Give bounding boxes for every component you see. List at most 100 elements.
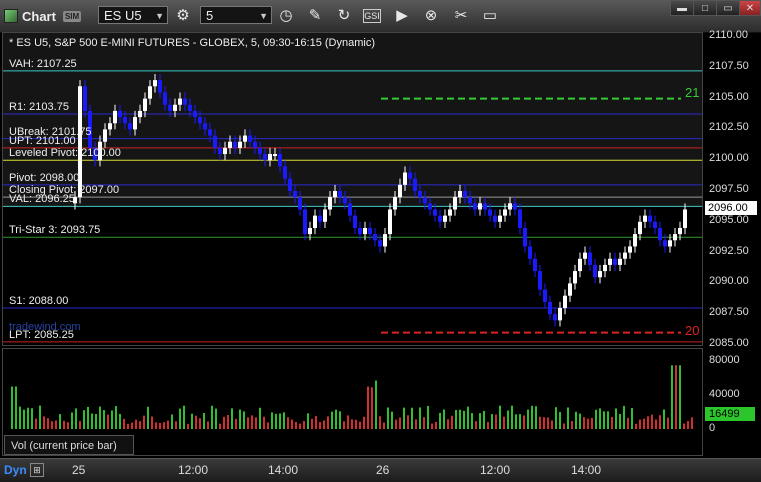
candle-body bbox=[273, 154, 277, 157]
volume-bar bbox=[131, 422, 133, 429]
chevron-down-icon: ▼ bbox=[155, 11, 164, 21]
restore-button[interactable]: ▭ bbox=[716, 0, 740, 16]
volume-bar bbox=[247, 417, 249, 429]
volume-bar bbox=[163, 422, 165, 429]
volume-bar bbox=[315, 416, 317, 429]
price-pane[interactable]: * ES U5, S&P 500 E-MINI FUTURES - GLOBEX… bbox=[2, 32, 703, 346]
tool-icon[interactable]: ✂ bbox=[451, 5, 471, 25]
candle-body bbox=[278, 154, 282, 167]
candle-body bbox=[493, 215, 497, 222]
level-label: R1: 2103.75 bbox=[9, 101, 69, 113]
volume-bar bbox=[75, 408, 77, 429]
volume-bar bbox=[83, 410, 85, 429]
volume-bar bbox=[507, 410, 509, 429]
volume-bar bbox=[27, 407, 29, 429]
sim-badge: SIM bbox=[62, 10, 82, 22]
settings-icon[interactable]: ⚙ bbox=[173, 5, 193, 25]
price-tick: 2090.00 bbox=[709, 275, 749, 288]
volume-legend-text: Vol (current price bar) bbox=[11, 440, 117, 452]
volume-bar bbox=[631, 408, 633, 429]
candle-body bbox=[228, 141, 232, 148]
candle-body bbox=[653, 221, 657, 228]
symbol-selector[interactable]: ES U5 ▼ bbox=[98, 6, 168, 24]
candle-body bbox=[573, 271, 577, 284]
note-icon[interactable]: ▭ bbox=[480, 5, 500, 25]
volume-axis[interactable]: 80000 40000 0 16499 bbox=[703, 348, 761, 456]
volume-bar bbox=[411, 407, 413, 429]
candle-body bbox=[488, 209, 492, 216]
volume-bar bbox=[271, 412, 273, 429]
volume-bar bbox=[651, 414, 653, 429]
zoom-icon[interactable]: ⊗ bbox=[421, 5, 441, 25]
volume-bar bbox=[575, 411, 577, 429]
dyn-label[interactable]: Dyn bbox=[4, 463, 27, 477]
candle-body bbox=[238, 141, 242, 148]
candle-body bbox=[208, 129, 212, 136]
candle-body bbox=[243, 135, 247, 142]
volume-bar bbox=[615, 408, 617, 429]
volume-bar bbox=[475, 421, 477, 429]
volume-legend[interactable]: Vol (current price bar) bbox=[4, 435, 134, 455]
vol-tick-40000: 40000 bbox=[709, 388, 740, 400]
refresh-icon[interactable]: ↻ bbox=[334, 5, 354, 25]
volume-bar bbox=[15, 386, 17, 429]
close-button[interactable]: ✕ bbox=[739, 0, 761, 16]
volume-bar bbox=[639, 419, 641, 429]
volume-bar bbox=[283, 412, 285, 429]
candle-body bbox=[668, 240, 672, 247]
volume-bar bbox=[123, 418, 125, 429]
volume-bar bbox=[67, 422, 69, 429]
candle-body bbox=[568, 283, 572, 296]
volume-bar bbox=[691, 417, 693, 429]
volume-bar bbox=[371, 387, 373, 429]
candle-body bbox=[338, 191, 342, 198]
time-axis[interactable]: Dyn ⊞ 25 12:00 14:00 26 12:00 14:00 bbox=[0, 458, 761, 482]
volume-bar bbox=[451, 415, 453, 429]
candle-body bbox=[678, 227, 682, 235]
candle-body bbox=[593, 264, 597, 278]
candle-body bbox=[503, 209, 507, 216]
volume-bar bbox=[43, 416, 45, 429]
candle-body bbox=[453, 197, 457, 210]
minimize-button[interactable]: ▬ bbox=[670, 0, 694, 16]
candle-body bbox=[248, 135, 252, 142]
price-tick: 2100.00 bbox=[709, 152, 749, 165]
volume-bar bbox=[635, 423, 637, 429]
dyn-toggle-icon[interactable]: ⊞ bbox=[30, 463, 44, 477]
candle-body bbox=[623, 252, 627, 259]
volume-bar bbox=[251, 415, 253, 429]
price-tick: 2092.50 bbox=[709, 244, 749, 257]
candle-body bbox=[548, 301, 552, 315]
level-label: VAL: 2096.25 bbox=[9, 193, 75, 206]
volume-bar bbox=[647, 416, 649, 429]
volume-bar bbox=[19, 406, 21, 429]
volume-bar bbox=[287, 417, 289, 429]
volume-bar bbox=[139, 421, 141, 429]
candle-body bbox=[513, 203, 517, 210]
volume-bar bbox=[603, 411, 605, 429]
candle-body bbox=[538, 271, 542, 290]
volume-bar bbox=[143, 415, 145, 429]
price-axis[interactable]: 2110.00 2107.50 2105.00 2102.50 2100.00 2097.… bbox=[703, 29, 761, 349]
app-title: Chart SIM bbox=[4, 0, 82, 32]
candle-body bbox=[308, 227, 312, 235]
candle-body bbox=[103, 129, 107, 142]
clock-icon[interactable]: ◷ bbox=[276, 5, 296, 25]
candle-body bbox=[463, 191, 467, 198]
volume-bar bbox=[127, 423, 129, 429]
candle-body bbox=[373, 234, 377, 241]
volume-bar bbox=[299, 423, 301, 429]
volume-bar bbox=[307, 413, 309, 429]
interval-selector[interactable]: 5 ▼ bbox=[200, 6, 272, 24]
gsi-icon[interactable]: GSI bbox=[363, 9, 381, 23]
candle-body bbox=[518, 209, 522, 228]
maximize-button[interactable]: □ bbox=[693, 0, 717, 16]
volume-bar bbox=[99, 406, 101, 429]
candle-body bbox=[153, 80, 157, 87]
volume-bar bbox=[535, 406, 537, 429]
play-icon[interactable]: ▶ bbox=[392, 5, 412, 25]
candle-body bbox=[178, 98, 182, 105]
pencil-icon[interactable]: ✎ bbox=[305, 5, 325, 25]
candle-body bbox=[598, 271, 602, 278]
level-label: Tri-Star 3: 2093.75 bbox=[9, 224, 101, 237]
